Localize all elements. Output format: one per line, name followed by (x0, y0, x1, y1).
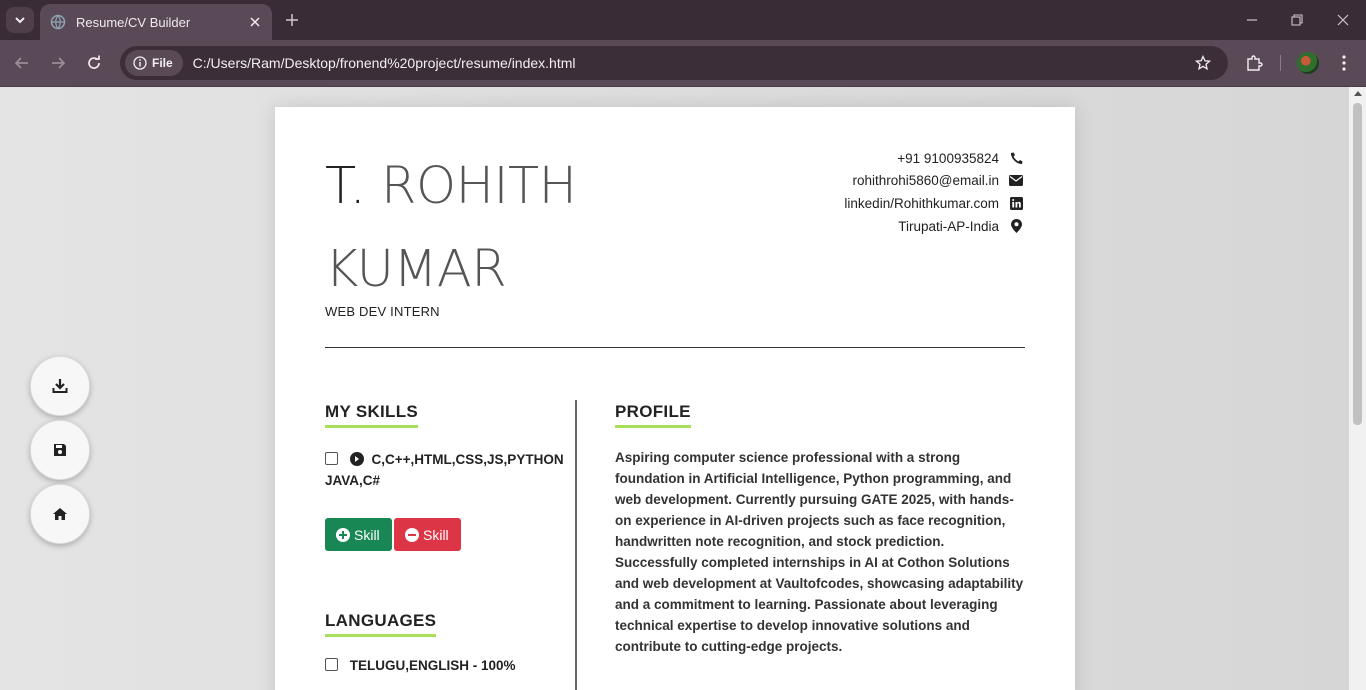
page-viewport: T. ROHITH KUMAR WEB DEV INTERN +91 91009… (0, 87, 1366, 690)
save-button[interactable] (30, 420, 90, 480)
save-icon (54, 444, 66, 456)
download-icon (52, 379, 68, 393)
browser-toolbar: File C:/Users/Ram/Desktop/fronend%20proj… (0, 40, 1366, 87)
map-pin-icon (1009, 219, 1023, 234)
scrollbar-thumb[interactable] (1353, 103, 1362, 425)
restore-icon[interactable] (1287, 10, 1307, 30)
reload-icon[interactable] (83, 52, 105, 74)
minimize-icon[interactable] (1242, 10, 1262, 30)
contact-phone: +91 9100935824 (844, 147, 1023, 170)
browser-tab-strip: Resume/CV Builder (0, 0, 1366, 40)
linkedin-text: linkedin/Rohithkumar.com (844, 195, 999, 211)
add-skill-button[interactable]: Skill (325, 518, 392, 551)
home-icon (53, 508, 67, 520)
column-divider (575, 400, 577, 690)
page-scrollbar[interactable] (1349, 87, 1366, 690)
profile-text[interactable]: Aspiring computer science professional w… (615, 447, 1030, 657)
job-title: WEB DEV INTERN (325, 304, 440, 319)
profile-avatar[interactable] (1297, 52, 1319, 74)
resume-name: T. ROHITH KUMAR (325, 145, 745, 311)
skill-item: C,C++,HTML,CSS,JS,PYTHON JAVA,C# (325, 449, 565, 491)
contact-block: +91 9100935824 rohithrohi5860@email.in l… (844, 147, 1023, 237)
chevron-down-icon (15, 17, 25, 24)
new-tab-icon[interactable] (282, 10, 302, 30)
back-icon[interactable] (11, 52, 33, 74)
more-menu-icon[interactable] (1334, 52, 1354, 74)
phone-icon (1009, 151, 1023, 165)
info-icon (133, 56, 147, 70)
resume-page: T. ROHITH KUMAR WEB DEV INTERN +91 91009… (275, 107, 1075, 690)
scroll-up-arrow-icon[interactable] (1354, 91, 1362, 96)
bookmark-star-icon[interactable] (1192, 52, 1214, 74)
add-skill-label: Skill (354, 526, 380, 543)
download-button[interactable] (30, 356, 90, 416)
tab-search-button[interactable] (6, 7, 34, 33)
linkedin-icon (1009, 196, 1023, 210)
toolbar-separator (1280, 55, 1281, 71)
language-level[interactable]: 100% (481, 658, 516, 673)
profile-heading: PROFILE (615, 402, 691, 428)
chevron-circle-right-icon (349, 452, 364, 466)
contact-linkedin: linkedin/Rohithkumar.com (844, 192, 1023, 215)
browser-tab[interactable]: Resume/CV Builder (40, 4, 272, 40)
language-name[interactable]: TELUGU,ENGLISH (350, 658, 469, 673)
site-info-label: File (152, 56, 173, 70)
remove-skill-button[interactable]: Skill (394, 518, 461, 551)
language-item: TELUGU,ENGLISH - 100% (325, 658, 516, 673)
envelope-icon (1009, 174, 1023, 188)
contact-location: Tirupati-AP-India (844, 215, 1023, 238)
header-divider (325, 347, 1025, 348)
contact-email: rohithrohi5860@email.in (844, 170, 1023, 193)
forward-icon[interactable] (47, 52, 69, 74)
globe-icon (50, 14, 66, 30)
name-initial: T. (325, 157, 366, 216)
skills-heading: MY SKILLS (325, 402, 419, 428)
close-window-icon[interactable] (1333, 10, 1353, 30)
close-tab-icon[interactable] (246, 13, 264, 31)
location-text: Tirupati-AP-India (898, 218, 999, 234)
extensions-puzzle-icon[interactable] (1243, 52, 1265, 74)
email-text: rohithrohi5860@email.in (852, 173, 999, 189)
languages-heading: LANGUAGES (325, 611, 437, 637)
language-checkbox[interactable] (325, 658, 338, 671)
address-bar[interactable]: File C:/Users/Ram/Desktop/fronend%20proj… (120, 46, 1228, 80)
remove-skill-label: Skill (423, 526, 449, 543)
url-text[interactable]: C:/Users/Ram/Desktop/fronend%20project/r… (193, 55, 1192, 71)
site-info-chip[interactable]: File (125, 50, 183, 76)
minus-circle-icon (405, 527, 419, 542)
language-separator: - (469, 658, 482, 673)
tab-title: Resume/CV Builder (76, 14, 191, 30)
skill-checkbox[interactable] (325, 452, 338, 465)
plus-circle-icon (336, 527, 350, 542)
phone-text: +91 9100935824 (897, 150, 999, 166)
home-button[interactable] (30, 484, 90, 544)
